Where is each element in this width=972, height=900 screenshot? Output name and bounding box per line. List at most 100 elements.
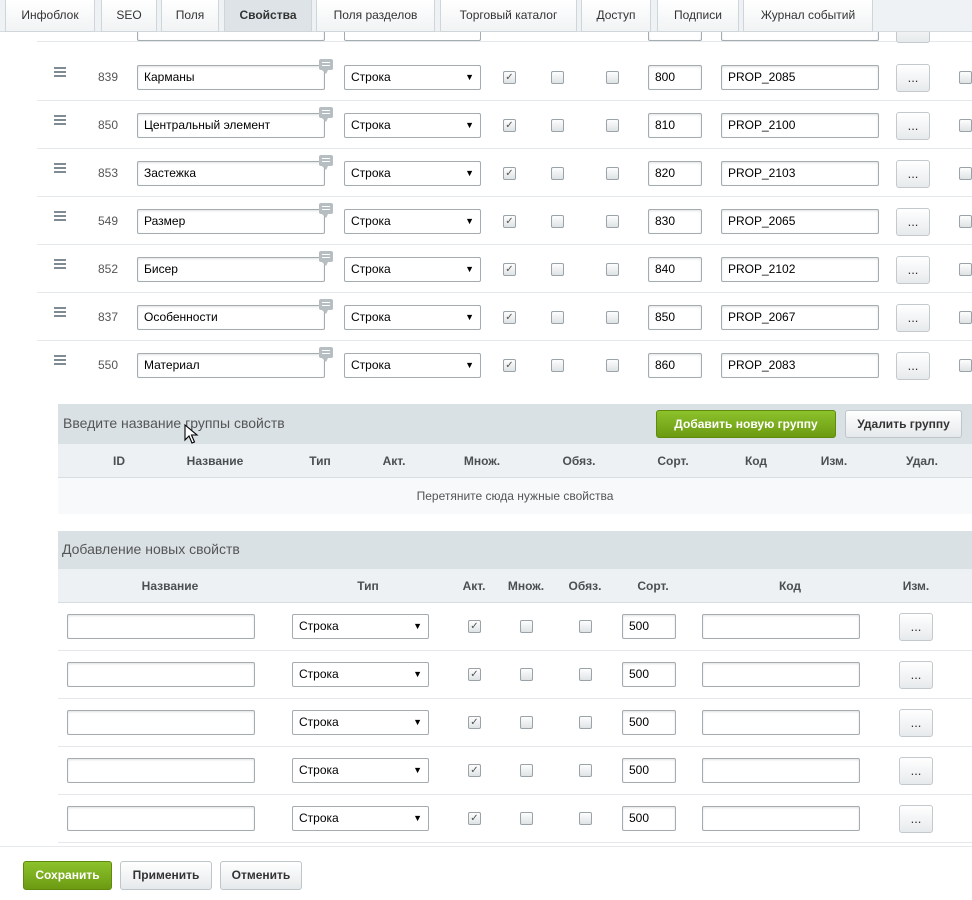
tab-event-log[interactable]: Журнал событий (743, 0, 873, 32)
delete-checkbox[interactable] (959, 71, 972, 84)
property-code-input[interactable]: PROP_2085 (721, 65, 879, 90)
drop-zone[interactable]: Перетяните сюда нужные свойства (58, 478, 972, 514)
property-type-select[interactable] (344, 32, 481, 41)
property-type-select[interactable]: Строка ▼ (344, 353, 481, 378)
required-checkbox[interactable] (606, 119, 619, 132)
property-type-select[interactable]: Строка ▼ (344, 113, 481, 138)
required-checkbox[interactable] (579, 764, 592, 777)
drag-handle-icon[interactable] (54, 115, 66, 127)
property-code-input[interactable]: PROP_2102 (721, 257, 879, 282)
multiple-checkbox[interactable] (551, 71, 564, 84)
new-property-name-input[interactable] (67, 806, 255, 831)
required-checkbox[interactable] (606, 167, 619, 180)
active-checkbox[interactable]: ✓ (468, 812, 481, 825)
property-sort-input[interactable]: 830 (648, 209, 702, 234)
hint-bubble-icon[interactable] (319, 107, 333, 122)
property-sort-input[interactable]: 860 (648, 353, 702, 378)
drag-handle-icon[interactable] (54, 355, 66, 367)
edit-button[interactable]: ... (899, 805, 933, 833)
drag-handle-icon[interactable] (54, 259, 66, 271)
edit-button[interactable]: ... (896, 208, 930, 236)
edit-button[interactable]: ... (896, 64, 930, 92)
required-checkbox[interactable] (579, 812, 592, 825)
new-property-type-select[interactable]: Строка ▼ (292, 710, 429, 735)
edit-button[interactable]: ... (899, 757, 933, 785)
required-checkbox[interactable] (579, 620, 592, 633)
multiple-checkbox[interactable] (551, 119, 564, 132)
multiple-checkbox[interactable] (551, 215, 564, 228)
required-checkbox[interactable] (606, 359, 619, 372)
delete-checkbox[interactable] (959, 311, 972, 324)
hint-bubble-icon[interactable] (319, 59, 333, 74)
property-type-select[interactable]: Строка ▼ (344, 305, 481, 330)
property-name-input[interactable]: Бисер (137, 257, 325, 282)
new-property-name-input[interactable] (67, 662, 255, 687)
active-checkbox[interactable]: ✓ (503, 311, 516, 324)
edit-button[interactable]: ... (896, 112, 930, 140)
required-checkbox[interactable] (606, 263, 619, 276)
edit-button[interactable] (896, 32, 930, 43)
property-code-input[interactable]: PROP_2067 (721, 305, 879, 330)
drag-handle-icon[interactable] (54, 163, 66, 175)
property-sort-input[interactable]: 800 (648, 65, 702, 90)
property-code-input[interactable]: PROP_2083 (721, 353, 879, 378)
active-checkbox[interactable]: ✓ (503, 167, 516, 180)
active-checkbox[interactable]: ✓ (503, 215, 516, 228)
new-property-name-input[interactable] (67, 758, 255, 783)
tab-access[interactable]: Доступ (581, 0, 651, 32)
tab-section-fields[interactable]: Поля разделов (316, 0, 435, 32)
active-checkbox[interactable]: ✓ (468, 764, 481, 777)
multiple-checkbox[interactable] (551, 263, 564, 276)
new-property-sort-input[interactable]: 500 (622, 806, 676, 831)
multiple-checkbox[interactable] (551, 359, 564, 372)
required-checkbox[interactable] (606, 311, 619, 324)
new-property-sort-input[interactable]: 500 (622, 614, 676, 639)
tab-fields[interactable]: Поля (161, 0, 219, 32)
property-name-input[interactable]: Карманы (137, 65, 325, 90)
delete-group-button[interactable]: Удалить группу (845, 410, 962, 438)
active-checkbox[interactable]: ✓ (503, 359, 516, 372)
property-name-input[interactable]: Размер (137, 209, 325, 234)
required-checkbox[interactable] (606, 71, 619, 84)
property-sort-input[interactable]: 820 (648, 161, 702, 186)
required-checkbox[interactable] (579, 668, 592, 681)
active-checkbox[interactable]: ✓ (503, 119, 516, 132)
property-sort-input[interactable]: 850 (648, 305, 702, 330)
new-property-code-input[interactable] (702, 758, 860, 783)
hint-bubble-icon[interactable] (319, 251, 333, 266)
property-sort-input[interactable]: 840 (648, 257, 702, 282)
property-code-input[interactable]: PROP_2103 (721, 161, 879, 186)
new-property-type-select[interactable]: Строка ▼ (292, 806, 429, 831)
active-checkbox[interactable]: ✓ (468, 716, 481, 729)
property-type-select[interactable]: Строка ▼ (344, 257, 481, 282)
property-type-select[interactable]: Строка ▼ (344, 65, 481, 90)
tab-infoblock[interactable]: Инфоблок (5, 0, 95, 32)
new-property-sort-input[interactable]: 500 (622, 710, 676, 735)
new-property-type-select[interactable]: Строка ▼ (292, 662, 429, 687)
cancel-button[interactable]: Отменить (220, 861, 302, 890)
active-checkbox[interactable]: ✓ (468, 620, 481, 633)
hint-bubble-icon[interactable] (319, 155, 333, 170)
hint-bubble-icon[interactable] (319, 203, 333, 218)
drag-handle-icon[interactable] (54, 307, 66, 319)
new-property-type-select[interactable]: Строка ▼ (292, 614, 429, 639)
multiple-checkbox[interactable] (520, 812, 533, 825)
property-name-input[interactable]: Застежка (137, 161, 325, 186)
delete-checkbox[interactable] (959, 215, 972, 228)
multiple-checkbox[interactable] (520, 716, 533, 729)
drag-handle-icon[interactable] (54, 211, 66, 223)
property-code-input[interactable]: PROP_2065 (721, 209, 879, 234)
tab-trade-catalog[interactable]: Торговый каталог (440, 0, 577, 32)
property-sort-input[interactable]: 810 (648, 113, 702, 138)
new-property-code-input[interactable] (702, 806, 860, 831)
required-checkbox[interactable] (579, 716, 592, 729)
new-property-name-input[interactable] (67, 614, 255, 639)
multiple-checkbox[interactable] (551, 311, 564, 324)
new-property-sort-input[interactable]: 500 (622, 758, 676, 783)
tab-captions[interactable]: Подписи (657, 0, 739, 32)
multiple-checkbox[interactable] (520, 668, 533, 681)
tab-seo[interactable]: SEO (101, 0, 157, 32)
property-code-input[interactable] (721, 32, 879, 41)
active-checkbox[interactable]: ✓ (468, 668, 481, 681)
property-code-input[interactable]: PROP_2100 (721, 113, 879, 138)
